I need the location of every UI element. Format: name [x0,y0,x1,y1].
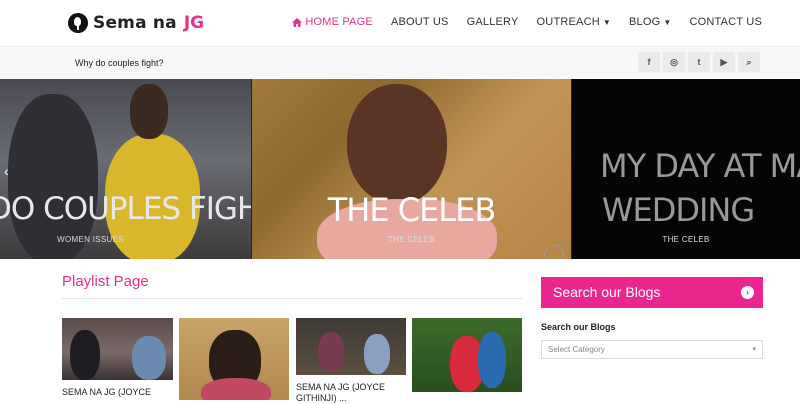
slide-category[interactable]: WOMEN ISSUES [0,235,216,244]
facebook-icon[interactable]: f [638,52,660,72]
nav-label-contact: CONTACT US [689,16,762,28]
chevron-right-icon[interactable]: › [741,286,754,299]
slide-category[interactable]: THE CELEB [572,235,800,244]
search-icon[interactable]: ⌕ [738,52,760,72]
slide-image-portrait [347,84,447,204]
thumb-figure [70,330,100,380]
slide-macho-wedding[interactable]: MY DAY AT MACHO WEDDING THE CELEB [572,79,800,259]
playlist-thumbnail[interactable] [412,318,522,392]
nav-item-about[interactable]: ABOUT US [391,16,449,28]
instagram-icon[interactable]: ◎ [663,52,685,72]
nav-label-outreach: OUTREACH [536,16,600,28]
thumb-figure [318,332,344,372]
slide-caption-line2: WEDDING [601,191,755,229]
nav-item-blog[interactable]: BLOG ▼ [629,16,672,28]
logo-text: Sema na [93,13,177,33]
playlist-thumbnail[interactable] [179,318,289,400]
nav-item-contact[interactable]: CONTACT US [690,16,763,28]
home-icon [292,17,303,27]
category-select[interactable]: Select Category ▾ [541,340,763,359]
thumb-figure [132,336,166,380]
category-select-value: Select Category [548,345,605,354]
slide-caption: DO COUPLES FIGHT? [0,191,251,227]
news-ticker[interactable]: Why do couples fight? [75,58,164,68]
search-blogs-label: Search our Blogs [541,322,616,332]
nav-item-home[interactable]: HOME PAGE [292,16,373,28]
chevron-down-icon: ▼ [602,17,611,27]
playlist-thumbnail[interactable] [62,318,173,380]
youtube-icon[interactable]: ▶ [713,52,735,72]
playlist-item-title-line2[interactable]: GITHINJI) ... [296,393,347,404]
hero-slider: DO COUPLES FIGHT? WOMEN ISSUES THE CELEB… [0,79,800,259]
chevron-left-icon[interactable]: ‹ [4,163,9,179]
playlist-heading: Playlist Page [62,273,149,290]
playlist-thumbnail[interactable] [296,318,406,375]
slide-caption-line1: MY DAY AT MACHO [600,147,800,185]
slide-image-face [130,84,168,139]
thumb-figure [478,332,506,388]
nav-label-gallery: GALLERY [466,16,519,28]
divider [62,298,522,299]
logo-accent-text: JG [183,13,205,33]
thumb-figure [201,378,271,400]
slide-category[interactable]: THE CELEB [252,235,571,244]
playlist-item-title[interactable]: SEMA NA JG (JOYCE [62,387,151,398]
twitter-icon[interactable]: t [688,52,710,72]
slide-caption: THE CELEB [327,191,497,229]
search-blogs-banner[interactable]: Search our Blogs › [541,277,763,308]
nav-label-blog: BLOG [629,16,661,28]
nav-label-about: ABOUT US [390,16,449,28]
slide-the-celeb[interactable]: THE CELEB THE CELEB [252,79,571,259]
nav-item-outreach[interactable]: OUTREACH ▼ [537,16,611,28]
main-nav: HOME PAGE ABOUT US GALLERY OUTREACH ▼ BL… [274,16,762,28]
site-logo[interactable]: Sema na JG [68,13,204,33]
top-bar: Why do couples fight? f ◎ t ▶ ⌕ [0,48,800,78]
social-links: f ◎ t ▶ ⌕ [635,52,760,72]
chevron-down-icon: ▾ [752,346,756,353]
nav-item-gallery[interactable]: GALLERY [467,16,519,28]
site-header: Sema na JG HOME PAGE ABOUT US GALLERY OU… [0,0,800,47]
chevron-down-icon: ▼ [663,17,672,27]
nav-label-home: HOME PAGE [305,16,373,28]
search-blogs-title: Search our Blogs [553,284,661,300]
slide-couples[interactable]: DO COUPLES FIGHT? WOMEN ISSUES [0,79,251,259]
slider-pause-icon[interactable] [544,245,564,259]
playlist-item-title[interactable]: SEMA NA JG (JOYCE [296,382,385,393]
thumb-figure [364,334,390,374]
logo-icon [68,13,88,33]
